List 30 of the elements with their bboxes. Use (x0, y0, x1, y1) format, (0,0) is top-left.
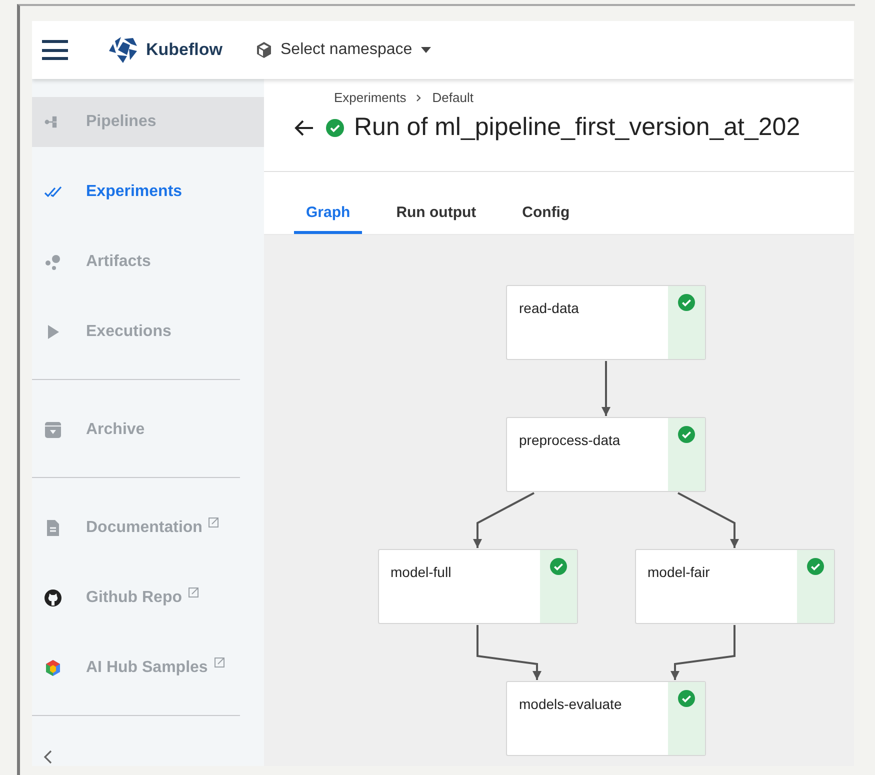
document-icon (44, 519, 62, 537)
graph-node[interactable]: model-fair (634, 549, 834, 624)
namespace-selector[interactable]: Select namespace (254, 41, 432, 59)
page-title: Run of ml_pipeline_first_version_at_202 (354, 113, 800, 142)
back-arrow-icon[interactable] (294, 118, 314, 136)
hexagon-logo-icon (44, 659, 62, 677)
caret-icon (420, 46, 432, 54)
breadcrumb-link[interactable]: Default (432, 90, 474, 105)
logo-icon[interactable] (108, 36, 138, 64)
tab[interactable]: Config (510, 204, 582, 234)
graph-node[interactable]: models-evaluate (506, 681, 706, 756)
menu-icon[interactable] (42, 40, 68, 60)
graph-node[interactable]: preprocess-data (506, 417, 706, 492)
edge-arrow (476, 625, 542, 680)
sidebar-item[interactable]: Experiments (32, 167, 264, 217)
graph-node[interactable]: read-data (506, 285, 706, 360)
archive-icon (44, 421, 62, 439)
graph-node[interactable]: model-full (378, 549, 578, 624)
edge-arrow (602, 361, 610, 416)
tab[interactable]: Run output (384, 204, 488, 234)
edge-arrow (670, 625, 736, 680)
edge-arrow (678, 492, 739, 548)
breadcrumb-link[interactable]: Experiments (334, 90, 406, 105)
cube-icon (254, 41, 272, 59)
chevron-left-icon[interactable] (42, 750, 54, 764)
chevron-right-icon (416, 94, 422, 102)
dots-icon (44, 253, 62, 271)
brand-name: Kubeflow (146, 40, 222, 60)
cat-logo-icon (44, 589, 62, 607)
edge-arrow (473, 492, 534, 548)
